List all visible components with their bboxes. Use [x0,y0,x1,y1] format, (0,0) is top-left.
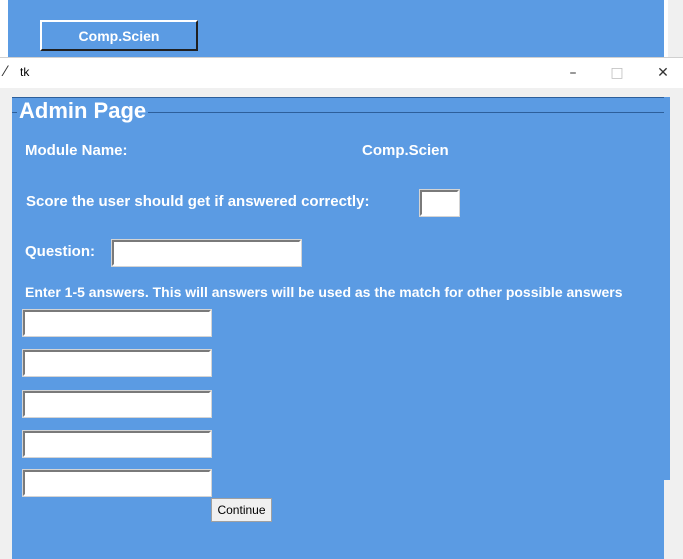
panel-edge [664,97,670,480]
score-label: Score the user should get if answered co… [26,193,370,210]
question-label: Question: [25,243,95,260]
window-client-area: Admin Page Module Name: Comp.Scien Score… [0,88,683,559]
answers-instruction: Enter 1-5 answers. This will answers wil… [25,284,623,300]
maximize-button[interactable]: □ [597,60,637,86]
background-window: Comp.Scien [0,0,668,57]
window-title: tk [20,65,30,79]
page-title: Admin Page [17,98,149,124]
module-name-value: Comp.Scien [362,142,449,159]
tk-feather-icon: ⁄ [4,64,7,80]
answer-input-5[interactable] [22,469,212,497]
answer-input-1[interactable] [22,309,212,337]
answer-input-4[interactable] [22,430,212,458]
continue-button[interactable]: Continue [211,498,272,522]
minimize-button[interactable]: – [553,60,593,86]
module-name-label: Module Name: [25,142,128,159]
answer-input-2[interactable] [22,349,212,377]
question-input[interactable] [111,239,302,267]
score-input[interactable] [419,189,460,217]
answer-input-3[interactable] [22,390,212,418]
close-button[interactable]: ✕ [643,60,683,86]
comp-scien-module-button[interactable]: Comp.Scien [40,20,198,51]
window-titlebar: ⁄ tk – □ ✕ [0,57,683,88]
